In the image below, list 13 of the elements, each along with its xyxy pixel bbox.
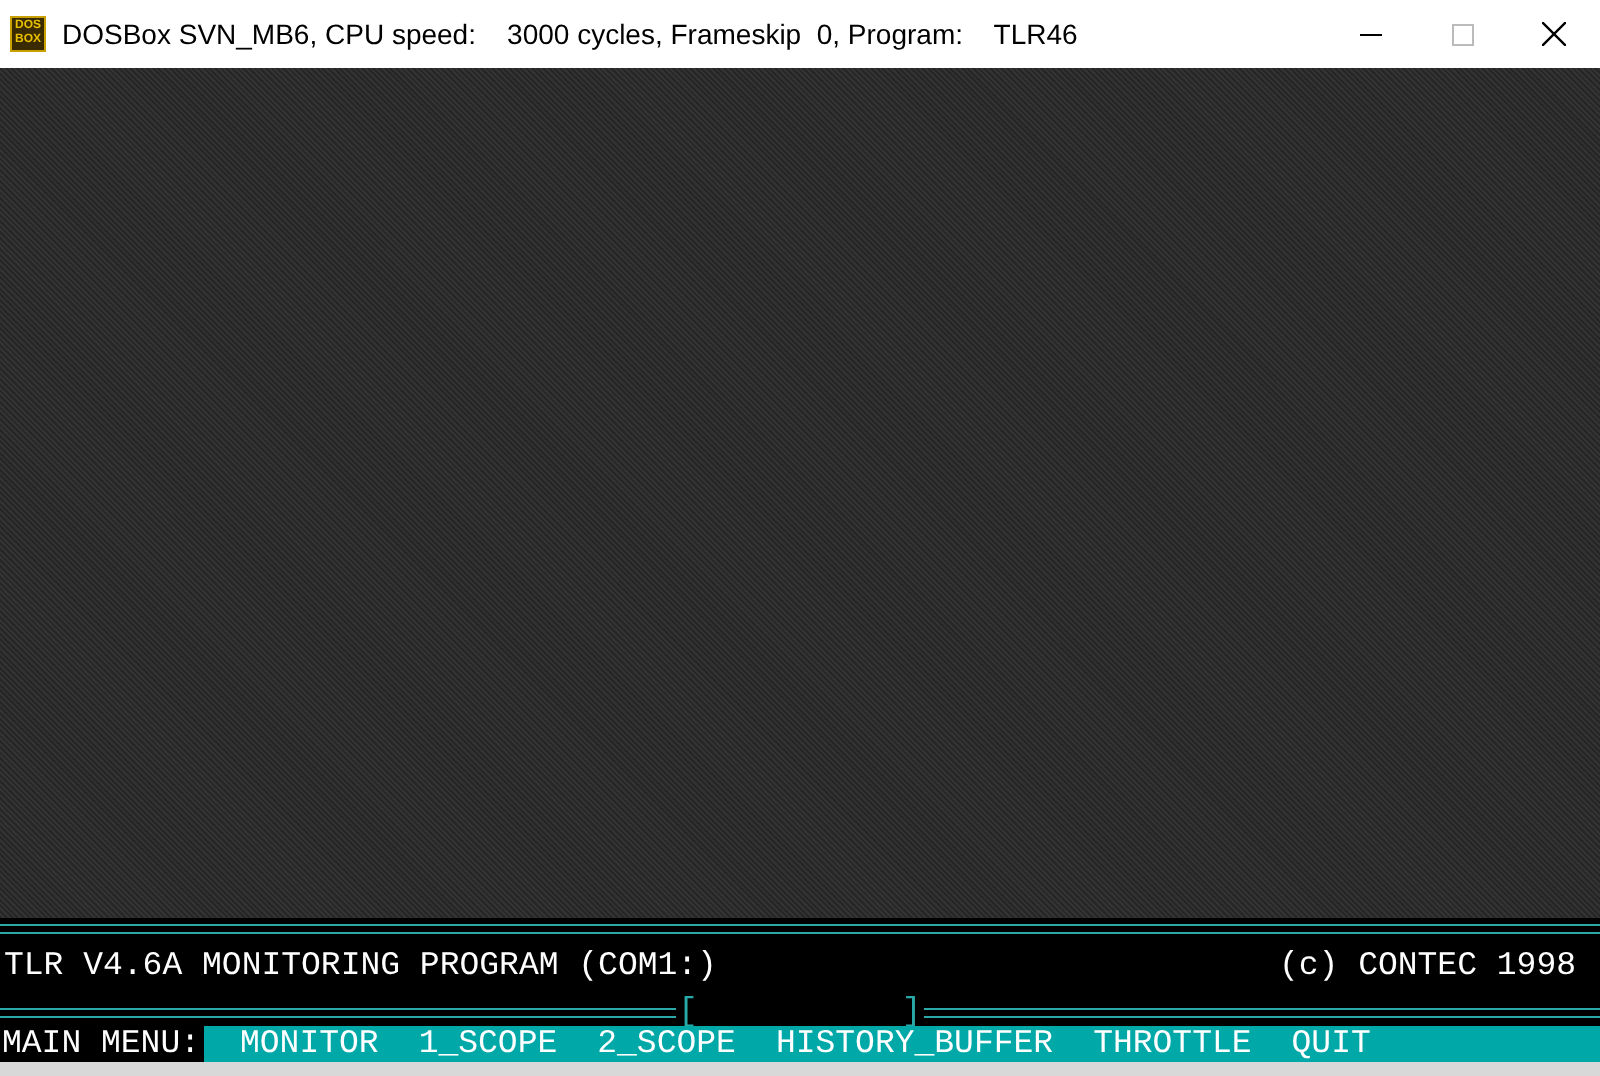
minimize-icon <box>1359 33 1381 35</box>
menu-item[interactable]: 2_SCOPE <box>597 1027 736 1061</box>
maximize-icon <box>1451 23 1473 45</box>
menu-item[interactable]: THROTTLE <box>1093 1027 1252 1061</box>
menu-item[interactable]: 1_SCOPE <box>418 1027 558 1061</box>
menu-item[interactable]: QUIT <box>1291 1027 1371 1061</box>
program-title: TLR V4.6A MONITORING PROGRAM (COM1:) <box>4 949 717 983</box>
window-title: DOSBox SVN_MB6, CPU speed: 3000 cycles, Frameskip 0, Program: TLR46 <box>62 15 1078 54</box>
menu-item[interactable]: HISTORY_BUFFER <box>775 1027 1054 1061</box>
copyright-text: (c) CONTEC 1998 <box>1278 949 1576 983</box>
menu-label: MAIN MENU: <box>0 1027 203 1061</box>
menu-item[interactable]: MONITOR <box>240 1027 379 1061</box>
close-icon <box>1542 22 1566 46</box>
